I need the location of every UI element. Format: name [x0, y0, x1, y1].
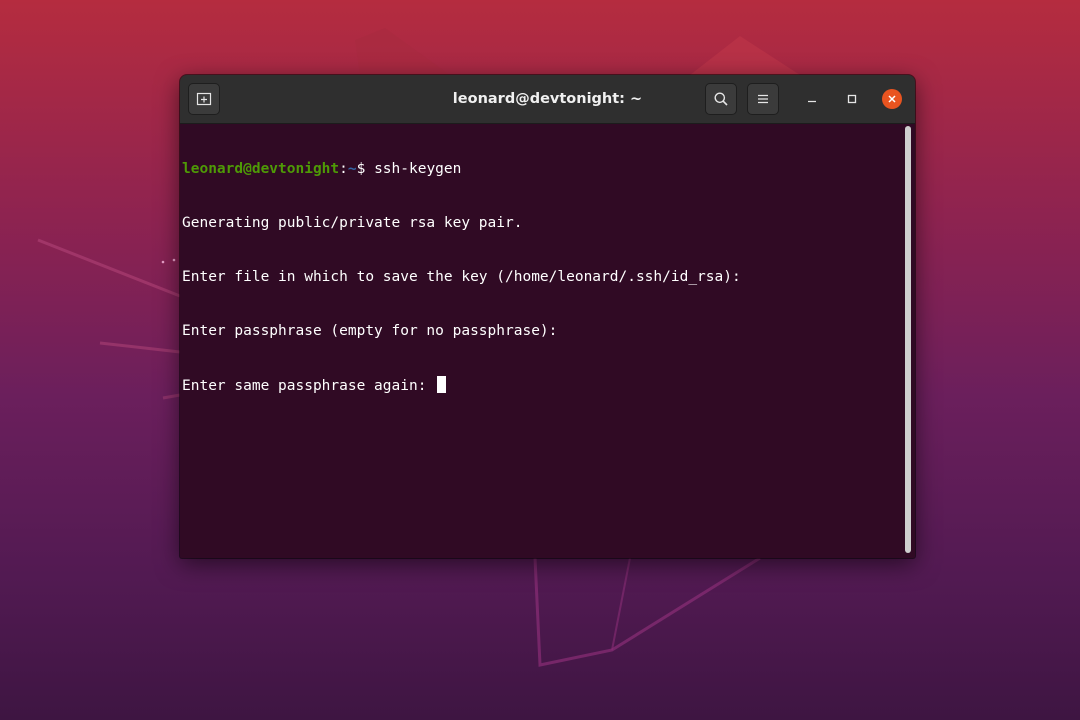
minimize-icon	[808, 100, 816, 103]
terminal-window: leonard@devtonight: ~ leonard@devtonight…	[180, 75, 915, 558]
input-line: Enter same passphrase again:	[182, 376, 904, 394]
maximize-button[interactable]	[840, 87, 864, 111]
prompt-line: leonard@devtonight:~$ ssh-keygen	[182, 160, 904, 178]
search-button[interactable]	[705, 83, 737, 115]
maximize-icon	[847, 94, 857, 104]
scrollbar-thumb[interactable]	[905, 126, 911, 553]
close-icon	[888, 95, 896, 103]
hamburger-menu-icon	[758, 94, 768, 104]
prompt-separator: :	[339, 161, 348, 177]
search-icon	[714, 92, 728, 106]
output-line: Generating public/private rsa key pair.	[182, 215, 523, 231]
text-cursor	[437, 376, 447, 393]
output-line: Enter file in which to save the key (/ho…	[182, 269, 741, 285]
prompt-symbol: $	[356, 161, 375, 177]
close-button[interactable]	[880, 87, 904, 111]
prompt-user-host: leonard@devtonight	[182, 161, 340, 177]
prompt-path: ~	[347, 161, 357, 177]
menu-button[interactable]	[747, 83, 779, 115]
command-text: ssh-keygen	[374, 161, 462, 177]
scrollbar[interactable]	[905, 126, 912, 553]
passphrase-prompt: Enter same passphrase again:	[182, 378, 436, 394]
minimize-button[interactable]	[800, 87, 824, 111]
terminal-output[interactable]: leonard@devtonight:~$ ssh-keygen Generat…	[180, 124, 904, 558]
close-button-circle	[882, 89, 902, 109]
titlebar: leonard@devtonight: ~	[180, 75, 915, 124]
output-line: Enter passphrase (empty for no passphras…	[182, 323, 558, 339]
